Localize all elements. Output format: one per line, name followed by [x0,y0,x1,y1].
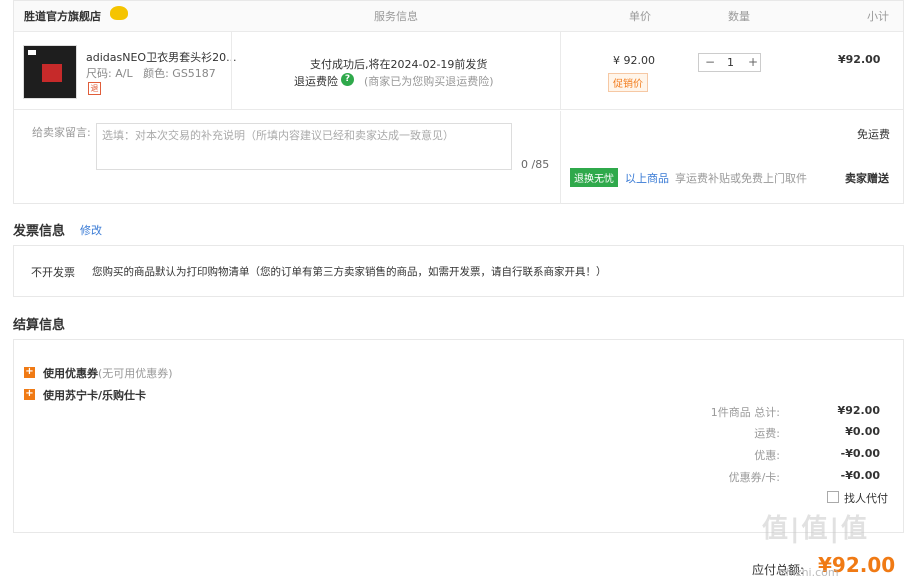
worry-free-return-tag: 退换无忧 [570,168,618,187]
settlement-panel: + 使用优惠券(无可用优惠券) + 使用苏宁卡/乐购仕卡 1件商品 总计: ¥9… [13,339,904,533]
store-badge-icon [110,6,128,20]
col-price: 单价 [629,10,651,23]
qty-minus-button[interactable]: − [705,55,715,69]
summary-row: 优惠券/卡: -¥0.00 [728,469,880,484]
divider [231,32,232,110]
item-subtotal: ¥92.00 [838,53,881,66]
product-attrs: 尺码: A/L 颜色: GS5187 [86,67,216,80]
summary-table: 1件商品 总计: ¥92.00 运费: ¥0.00 优惠: -¥0.00 优惠券… [614,404,880,491]
seller-message-input[interactable]: 选填：对本次交易的补充说明（所填内容建议已经和卖家达成一致意见） [96,123,512,170]
watermark-site: zhizhi.com [780,566,839,579]
order-card: 胜道官方旗舰店 服务信息 单价 数量 小计 adidasNEO卫衣男套头衫20.… [13,0,904,204]
divider [560,111,561,204]
insurance-label: 退运费险 [294,75,338,88]
gift-card-toggle[interactable]: 使用苏宁卡/乐购仕卡 [43,387,146,403]
quantity-stepper: − 1 + [698,53,761,72]
col-service: 服务信息 [374,10,418,23]
seller-gift: 卖家赠送 [845,172,889,185]
store-name[interactable]: 胜道官方旗舰店 [24,8,101,24]
divider [560,32,561,110]
col-subtotal: 小计 [867,10,889,23]
summary-row: 运费: ¥0.00 [754,425,880,440]
shipping-fee: 免运费 [857,128,890,141]
watermark-logo: 值|值|值 [762,514,869,544]
message-counter: 0 /85 [521,158,550,171]
coupon-toggle[interactable]: 使用优惠券(无可用优惠券) [43,365,173,381]
return-benefit-desc: 享运费补贴或免费上门取件 [675,172,807,185]
summary-row: 1件商品 总计: ¥92.00 [710,404,880,419]
expand-plus-icon[interactable]: + [24,389,35,400]
promo-badge: 促销价 [608,73,648,92]
order-header: 胜道官方旗舰店 服务信息 单价 数量 小计 [14,1,903,32]
coupon-note: (无可用优惠券) [98,367,173,380]
invoice-status: 不开发票 [31,266,75,279]
qty-plus-button[interactable]: + [748,55,758,69]
invoice-panel: 不开发票 您购买的商品默认为打印购物清单（您的订单有第三方卖家销售的商品，如需开… [13,245,904,297]
insurance-note: (商家已为您购买退运费险) [364,75,494,88]
message-label: 给卖家留言: [32,126,91,139]
settlement-title: 结算信息 [13,318,66,333]
col-qty: 数量 [728,10,750,23]
cart-item-row: adidasNEO卫衣男套头衫20... 尺码: A/L 颜色: GS5187 … [14,32,903,110]
expand-plus-icon[interactable]: + [24,367,35,378]
return-tag: 退 [88,82,101,95]
ship-notice: 支付成功后,将在2024-02-19前发货 [310,58,488,71]
invoice-note: 您购买的商品默认为打印购物清单（您的订单有第三方卖家销售的商品，如需开发票，请自… [92,266,607,278]
summary-row: 优惠: -¥0.00 [754,447,880,462]
above-items-link[interactable]: 以上商品 [625,170,669,186]
qty-value[interactable]: 1 [727,56,734,69]
proxy-pay-label: 找人代付 [844,492,888,505]
invoice-title: 发票信息 [13,224,66,239]
unit-price: ¥ 92.00 [613,54,655,67]
invoice-edit-link[interactable]: 修改 [80,222,102,238]
product-thumbnail[interactable] [23,45,77,99]
proxy-pay-checkbox[interactable] [827,491,839,503]
product-title[interactable]: adidasNEO卫衣男套头衫20... [86,49,237,65]
help-icon[interactable]: ? [341,73,354,86]
